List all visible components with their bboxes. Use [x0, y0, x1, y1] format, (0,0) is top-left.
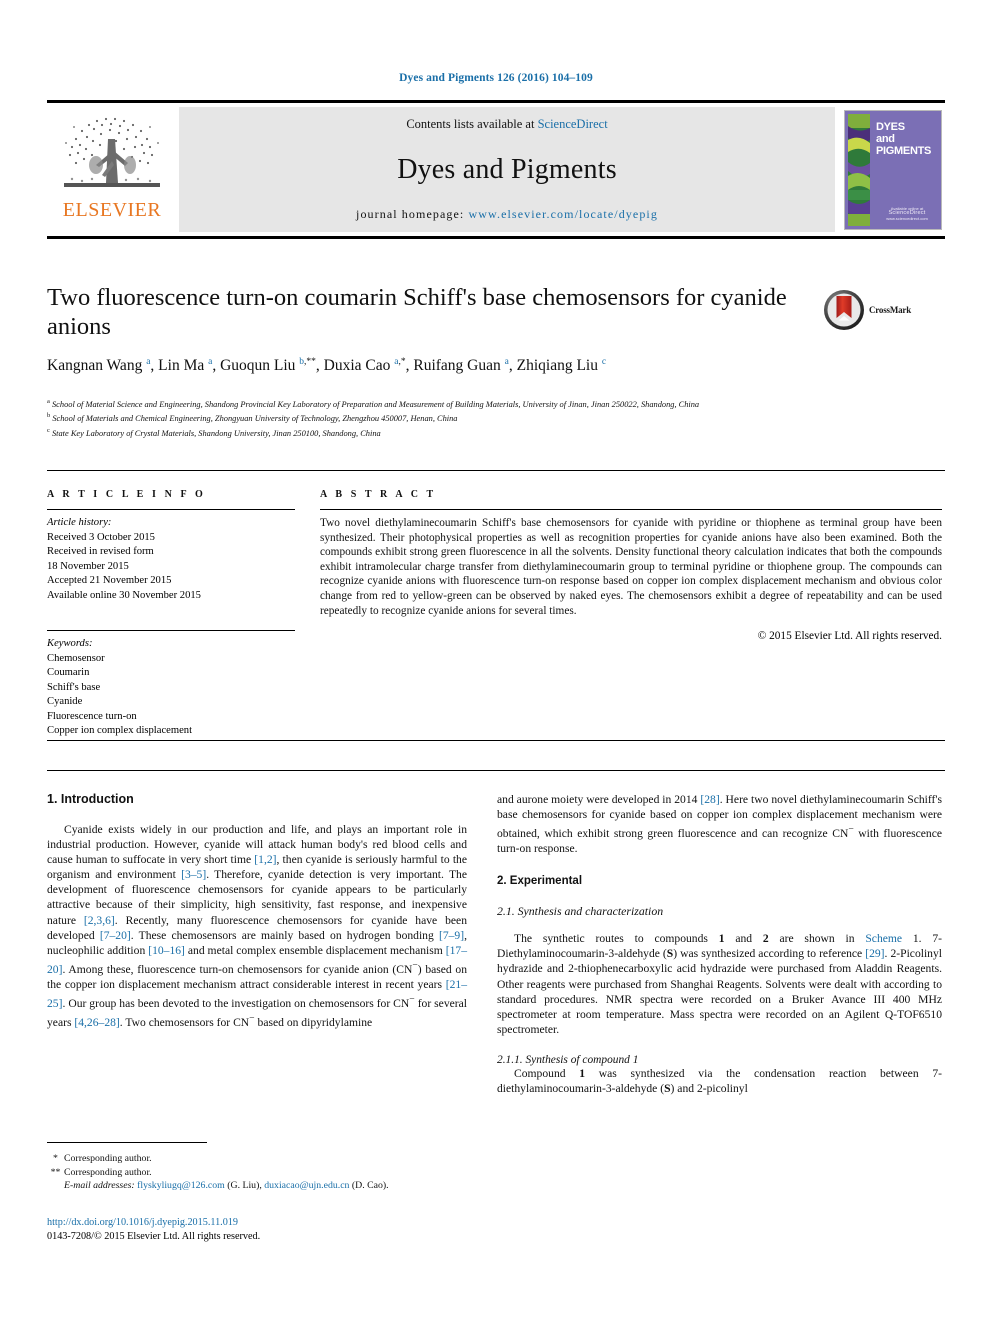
elsevier-wordmark: ELSEVIER	[62, 199, 162, 221]
doi-link[interactable]: http://dx.doi.org/10.1016/j.dyepig.2015.…	[47, 1216, 477, 1230]
affiliation-b: b School of Materials and Chemical Engin…	[47, 412, 458, 424]
affiliation-c: c State Key Laboratory of Crystal Materi…	[47, 426, 381, 438]
email-link-cao[interactable]: duxiacao@ujn.edu.cn	[264, 1180, 349, 1191]
keyword-item: Coumarin	[47, 667, 90, 678]
footnote-emails: E-mail addresses: flyskyliugq@126.com (G…	[47, 1179, 477, 1193]
section-heading-introduction: 1. Introduction	[47, 792, 134, 806]
cover-artwork-strip	[848, 113, 870, 226]
cover-footer: Available online at ScienceDirect www.sc…	[879, 206, 935, 221]
footnote-text-2: Corresponding author.	[64, 1166, 152, 1178]
body-column-left: 1. Introduction Cyanide exists widely in…	[47, 792, 467, 1030]
email-line: E-mail addresses: flyskyliugq@126.com (G…	[64, 1179, 389, 1193]
footnote-block: * Corresponding author. ** Corresponding…	[47, 1152, 477, 1193]
footnote-mark-blank	[47, 1179, 64, 1193]
keyword-item: Fluorescence turn-on	[47, 710, 137, 722]
compound-1-paragraph: Compound 1 was synthesized via the conde…	[497, 1066, 942, 1095]
journal-cover: DYES and PIGMENTS Available online at Sc…	[841, 107, 945, 232]
body-column-right: and aurone moiety were developed in 2014…	[497, 792, 942, 1096]
email-link-liu[interactable]: flyskyliugq@126.com	[137, 1180, 225, 1191]
history-item: Received in revised form	[47, 546, 154, 557]
affiliation-list: a School of Material Science and Enginee…	[47, 396, 937, 439]
doi-block: http://dx.doi.org/10.1016/j.dyepig.2015.…	[47, 1216, 477, 1245]
footnote-rule	[47, 1142, 207, 1143]
elsevier-tree-icon	[64, 117, 160, 187]
footnote-mark-single-star: *	[53, 1153, 58, 1164]
abstract-underline	[320, 509, 942, 510]
cover-title-line-3: PIGMENTS	[876, 144, 932, 157]
keyword-item: Cyanide	[47, 696, 83, 707]
keywords-block: Keywords: Chemosensor Coumarin Schiff's …	[47, 630, 295, 739]
keywords-list: Chemosensor Coumarin Schiff's base Cyani…	[47, 652, 295, 739]
synthesis-paragraph: The synthetic routes to compounds 1 and …	[497, 932, 943, 1036]
cover-foot-line-3: www.sciencedirect.com	[886, 215, 928, 221]
contents-available-line: Contents lists available at ScienceDirec…	[406, 117, 607, 132]
cover-title-line-2: and	[876, 132, 895, 145]
article-info-column: A R T I C L E I N F O Article history: R…	[47, 489, 295, 739]
crossmark-icon	[824, 290, 864, 330]
contents-box: Contents lists available at ScienceDirec…	[179, 107, 835, 232]
sciencedirect-link[interactable]: ScienceDirect	[538, 117, 608, 131]
running-head: Dyes and Pigments 126 (2016) 104–109	[399, 72, 593, 84]
homepage-prefix: journal homepage:	[356, 207, 469, 221]
journal-title: Dyes and Pigments	[397, 153, 617, 185]
history-item: 18 November 2015	[47, 560, 129, 572]
keyword-item: Schiff's base	[47, 681, 101, 693]
author-list: Kangnan Wang a, Lin Ma a, Guoqun Liu b,*…	[47, 357, 607, 375]
body-separator-rule	[47, 770, 945, 771]
history-item: Accepted 21 November 2015	[47, 575, 172, 586]
page-title: Two fluorescence turn-on coumarin Schiff…	[47, 284, 787, 340]
intro-paragraph-continued: and aurone moiety were developed in 2014…	[497, 793, 943, 856]
email-owner-liu: (G. Liu),	[227, 1180, 262, 1192]
abstract-text: Two novel diethylaminecoumarin Schiff's …	[320, 517, 942, 617]
article-history-list: Received 3 October 2015 Received in revi…	[47, 531, 295, 604]
keyword-item: Chemosensor	[47, 652, 105, 664]
keyword-item: Copper ion complex displacement	[47, 725, 193, 736]
title-area: Two fluorescence turn-on coumarin Schiff…	[47, 283, 837, 341]
journal-masthead: ELSEVIER Contents lists available at Sci…	[47, 100, 945, 239]
abstract-column: A B S T R A C T Two novel diethylamineco…	[320, 489, 942, 642]
journal-cover-thumbnail: DYES and PIGMENTS Available online at Sc…	[844, 109, 942, 230]
subsection-heading-compound-1: 2.1.1. Synthesis of compound 1	[497, 1053, 639, 1066]
info-block-bottom-rule	[47, 740, 945, 741]
cover-title-line-1: DYES	[876, 120, 905, 133]
masthead-top-rule	[47, 100, 945, 103]
article-page: Dyes and Pigments 126 (2016) 104–109 ELS…	[0, 0, 992, 1323]
article-info-underline	[47, 509, 295, 510]
issn-copyright-line: 0143-7208/© 2015 Elsevier Ltd. All right…	[47, 1231, 261, 1243]
history-item: Received 3 October 2015	[47, 531, 155, 543]
journal-homepage-line: journal homepage: www.elsevier.com/locat…	[356, 207, 658, 222]
footnote-corresponding-2: ** Corresponding author.	[47, 1166, 477, 1180]
affiliation-a: a School of Material Science and Enginee…	[47, 398, 700, 409]
abstract-copyright: © 2015 Elsevier Ltd. All rights reserved…	[757, 630, 942, 643]
footnote-corresponding-1: * Corresponding author.	[47, 1152, 477, 1166]
subsection-heading-synthesis: 2.1. Synthesis and characterization	[497, 904, 664, 919]
contents-prefix: Contents lists available at	[406, 117, 538, 131]
crossmark-label: CrossMark	[869, 305, 912, 315]
masthead-bottom-rule	[47, 236, 945, 239]
article-history-label: Article history:	[47, 517, 112, 528]
abstract-heading: A B S T R A C T	[320, 489, 437, 500]
intro-paragraph: Cyanide exists widely in our production …	[47, 823, 467, 1029]
footnote-text-1: Corresponding author.	[64, 1153, 152, 1164]
keywords-rule	[47, 630, 295, 631]
elsevier-logo: ELSEVIER	[47, 107, 177, 232]
keywords-label: Keywords:	[47, 638, 93, 649]
section-heading-experimental: 2. Experimental	[497, 875, 583, 888]
history-item: Available online 30 November 2015	[47, 589, 201, 601]
cover-journal-title: DYES and PIGMENTS	[876, 121, 936, 157]
homepage-url-link[interactable]: www.elsevier.com/locate/dyepig	[468, 207, 658, 221]
email-owner-cao: (D. Cao).	[351, 1180, 389, 1192]
info-block-top-rule	[47, 470, 945, 471]
article-info-heading: A R T I C L E I N F O	[47, 489, 206, 500]
email-addresses-label: E-mail addresses:	[64, 1180, 135, 1192]
footnote-mark-double-star: **	[50, 1166, 61, 1178]
crossmark-badge[interactable]: CrossMark	[823, 287, 935, 333]
